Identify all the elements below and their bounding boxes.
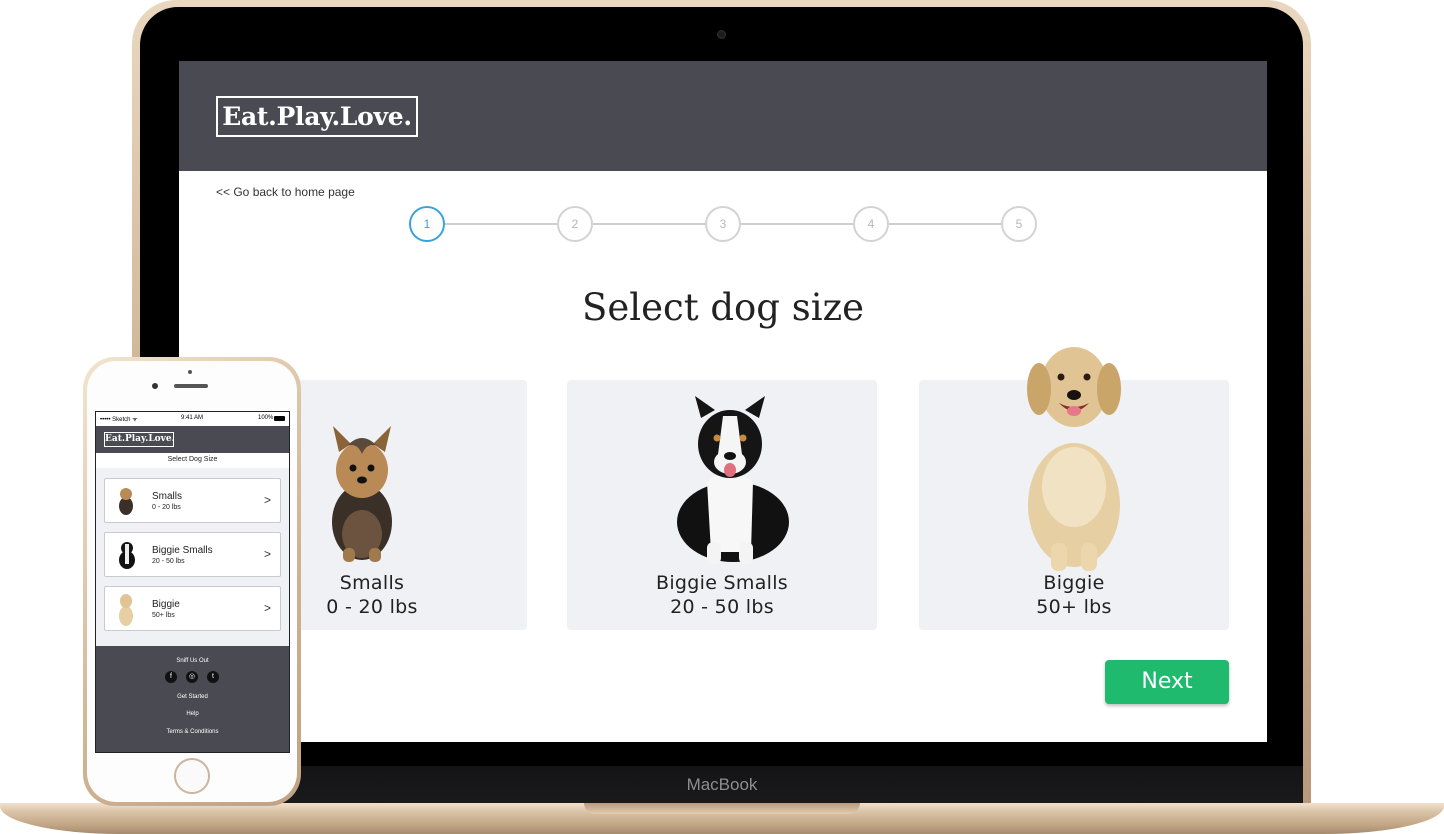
footer-link-terms[interactable]: Terms & Conditions (96, 729, 289, 735)
camera-icon (717, 30, 726, 39)
battery-icon (274, 416, 285, 421)
chevron-right-icon: > (263, 547, 271, 561)
card-weight-range: 20 - 50 lbs (670, 596, 774, 618)
phone-item-range: 0 - 20 lbs (152, 504, 181, 511)
collie-thumb-icon (119, 542, 135, 569)
step-2[interactable]: 2 (557, 206, 593, 242)
phone-proximity-sensor (188, 370, 192, 374)
macbook-label: MacBook (686, 775, 758, 794)
phone-size-list: Smalls 0 - 20 lbs > Biggie Smalls 20 - 5… (96, 468, 289, 646)
step-connector (888, 223, 1002, 225)
phone-camera-icon (152, 383, 158, 389)
back-to-home-link[interactable]: << Go back to home page (216, 185, 355, 199)
phone-footer: Sniff Us Out f ◎ t Get Started Help Term… (96, 646, 289, 752)
step-3[interactable]: 3 (705, 206, 741, 242)
phone-site-header: Eat.Play.Love. (96, 426, 289, 453)
golden-retriever-dog-image (1027, 347, 1121, 571)
card-name: Biggie (1043, 572, 1105, 594)
phone-size-item-biggie-smalls[interactable]: Biggie Smalls 20 - 50 lbs > (104, 532, 281, 577)
golden-thumb-icon (119, 594, 133, 626)
phone-size-item-smalls[interactable]: Smalls 0 - 20 lbs > (104, 478, 281, 523)
card-name: Biggie Smalls (655, 572, 788, 594)
footer-link-get-started[interactable]: Get Started (96, 694, 289, 700)
phone-item-range: 50+ lbs (152, 612, 175, 619)
instagram-icon[interactable]: ◎ (186, 671, 198, 683)
chevron-right-icon: > (263, 601, 271, 615)
twitter-icon[interactable]: t (207, 671, 219, 683)
step-connector (740, 223, 854, 225)
laptop-notch (584, 803, 860, 814)
phone-item-range: 20 - 50 lbs (152, 558, 185, 565)
footer-link-help[interactable]: Help (96, 711, 289, 717)
step-5[interactable]: 5 (1001, 206, 1037, 242)
phone-size-item-biggie[interactable]: Biggie 50+ lbs > (104, 586, 281, 631)
step-connector (444, 223, 558, 225)
status-carrier: ••••• Sketch ᯤ (100, 417, 138, 423)
phone-item-name: Biggie (152, 599, 180, 610)
step-1[interactable]: 1 (409, 206, 445, 242)
border-collie-dog-image (677, 396, 789, 564)
size-card-biggie-smalls[interactable]: Biggie Smalls 20 - 50 lbs (567, 380, 877, 630)
step-4[interactable]: 4 (853, 206, 889, 242)
phone-site-logo[interactable]: Eat.Play.Love. (104, 432, 175, 447)
status-bar: ••••• Sketch ᯤ 9:41 AM 100% (96, 412, 289, 426)
phone-item-name: Smalls (152, 491, 183, 502)
yorkie-dog-image (332, 426, 392, 562)
card-weight-range: 50+ lbs (1036, 596, 1112, 618)
chevron-right-icon: > (263, 493, 271, 507)
facebook-icon[interactable]: f (165, 671, 177, 683)
phone-speaker (174, 384, 208, 388)
phone-item-name: Biggie Smalls (152, 545, 213, 556)
footer-heading: Sniff Us Out (176, 658, 209, 664)
yorkie-thumb-icon (119, 488, 133, 515)
page-title: Select dog size (582, 286, 864, 329)
phone-page-title: Select Dog Size (167, 456, 218, 463)
laptop-screen: Eat.Play.Love. << Go back to home page 1… (179, 61, 1267, 742)
status-battery-label: 100% (258, 415, 274, 421)
next-button[interactable]: Next (1105, 660, 1229, 704)
home-button[interactable] (174, 758, 210, 794)
step-connector (592, 223, 706, 225)
site-logo[interactable]: Eat.Play.Love. (216, 96, 418, 137)
status-time: 9:41 AM (181, 415, 204, 421)
site-header: Eat.Play.Love. (179, 61, 1267, 171)
phone-screen: ••••• Sketch ᯤ 9:41 AM 100% Eat.Play.Lov… (95, 411, 290, 753)
